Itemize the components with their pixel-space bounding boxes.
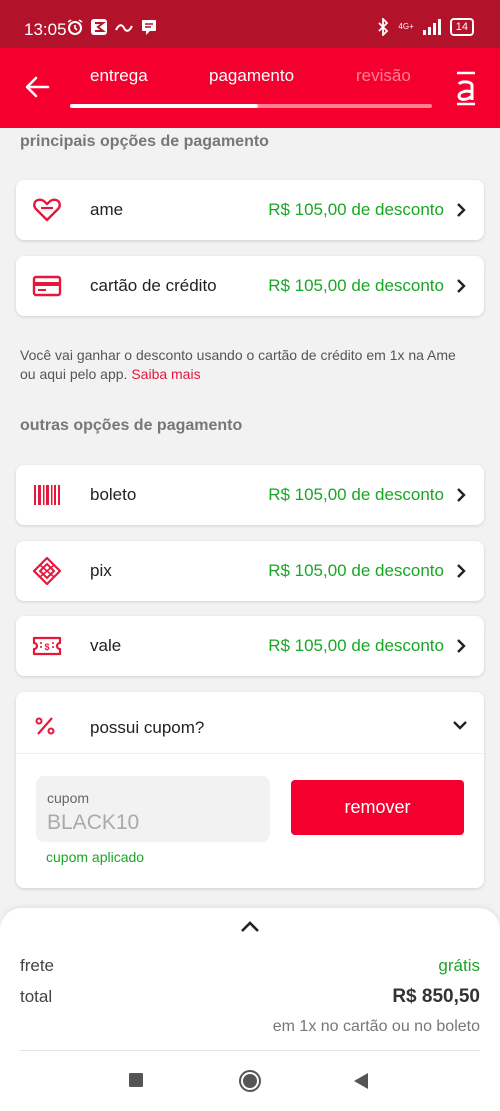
status-time: 13:05 (24, 20, 67, 39)
chevron-right-icon (457, 279, 466, 293)
main-options-title: principais opções de pagamento (20, 133, 269, 150)
system-nav-bar (0, 1052, 500, 1111)
heart-icon (33, 198, 61, 222)
checkout-steps: entrega pagamento revisão (70, 66, 434, 108)
step-delivery[interactable]: entrega (90, 66, 148, 86)
total-value: R$ 850,50 (392, 986, 480, 1007)
coupon-input-label: cupom (47, 790, 90, 806)
total-payment-note: em 1x no cartão ou no boleto (272, 1018, 480, 1035)
signal-icon (422, 19, 441, 35)
coupon-input[interactable]: cupom BLACK10 (36, 776, 270, 842)
total-label: total (20, 987, 53, 1006)
home-icon[interactable] (238, 1069, 262, 1093)
app-notification-icon (91, 19, 107, 35)
status-icons-left (66, 18, 158, 36)
coupon-header[interactable]: possui cupom? (16, 692, 484, 754)
payment-option-discount: R$ 105,00 de desconto (268, 485, 444, 504)
chevron-up-icon[interactable] (239, 920, 261, 934)
chevron-right-icon (457, 564, 466, 578)
payment-option-ame[interactable]: ame R$ 105,00 de desconto (16, 180, 484, 240)
back-nav-icon[interactable] (353, 1072, 369, 1090)
coupon-section: possui cupom? cupom BLACK10 cupom aplica… (16, 692, 484, 888)
bluetooth-icon (378, 18, 389, 36)
brand-notification-icon (115, 24, 133, 32)
status-bar: 13:05 4G+ 14 (0, 0, 500, 48)
chat-notification-icon (142, 20, 156, 35)
chevron-right-icon (457, 488, 466, 502)
payment-option-label: vale (90, 636, 122, 655)
credit-card-icon (32, 275, 62, 297)
network-type: 4G+ (398, 22, 414, 31)
chevron-right-icon (457, 639, 466, 653)
coupon-input-value: BLACK10 (47, 811, 140, 834)
other-options-title: outras opções de pagamento (20, 417, 243, 434)
svg-text:$: $ (44, 642, 49, 652)
voucher-icon: $ (32, 636, 62, 656)
alarm-icon (67, 19, 83, 35)
payment-option-discount: R$ 105,00 de desconto (268, 276, 444, 295)
payment-option-label: ame (90, 200, 124, 219)
payment-option-label: boleto (90, 485, 137, 504)
chevron-down-icon (453, 721, 467, 730)
payment-option-credit-card[interactable]: cartão de crédito R$ 105,00 de desconto (16, 256, 484, 316)
barcode-icon (34, 485, 60, 505)
payment-option-discount: R$ 105,00 de desconto (268, 200, 444, 219)
coupon-applied-message: cupom aplicado (46, 849, 145, 865)
payment-option-label: pix (90, 561, 112, 580)
payment-option-discount: R$ 105,00 de desconto (268, 636, 444, 655)
discount-info-text: Você vai ganhar o desconto usando o cart… (20, 347, 456, 382)
learn-more-link[interactable]: Saiba mais (131, 366, 200, 382)
payment-option-discount: R$ 105,00 de desconto (268, 561, 444, 580)
payment-option-vale[interactable]: $ vale R$ 105,00 de desconto (16, 616, 484, 676)
status-icons-right: 4G+ 14 (376, 18, 474, 36)
battery-level: 14 (449, 18, 474, 36)
shipping-label: frete (20, 956, 55, 975)
payment-option-label: cartão de crédito (90, 276, 217, 295)
coupon-question: possui cupom? (90, 718, 205, 737)
payment-option-boleto[interactable]: boleto R$ 105,00 de desconto (16, 465, 484, 525)
chevron-right-icon (457, 203, 466, 217)
step-progress-track (70, 104, 432, 108)
discount-info: Você vai ganhar o desconto usando o cart… (20, 346, 460, 384)
step-progress-fill (70, 104, 259, 108)
summary-divider (20, 1050, 480, 1051)
step-review: revisão (356, 66, 411, 85)
shipping-value: grátis (438, 956, 480, 975)
checkout-header: entrega pagamento revisão (0, 48, 500, 128)
step-payment[interactable]: pagamento (209, 66, 294, 86)
arrow-left-icon[interactable] (24, 74, 50, 100)
pix-icon (32, 557, 62, 585)
americanas-logo-icon (457, 71, 475, 106)
payment-option-pix[interactable]: pix R$ 105,00 de desconto (16, 541, 484, 601)
recent-apps-icon[interactable] (128, 1072, 144, 1088)
percent-icon (35, 717, 55, 735)
remove-coupon-button[interactable]: remover (291, 780, 464, 835)
